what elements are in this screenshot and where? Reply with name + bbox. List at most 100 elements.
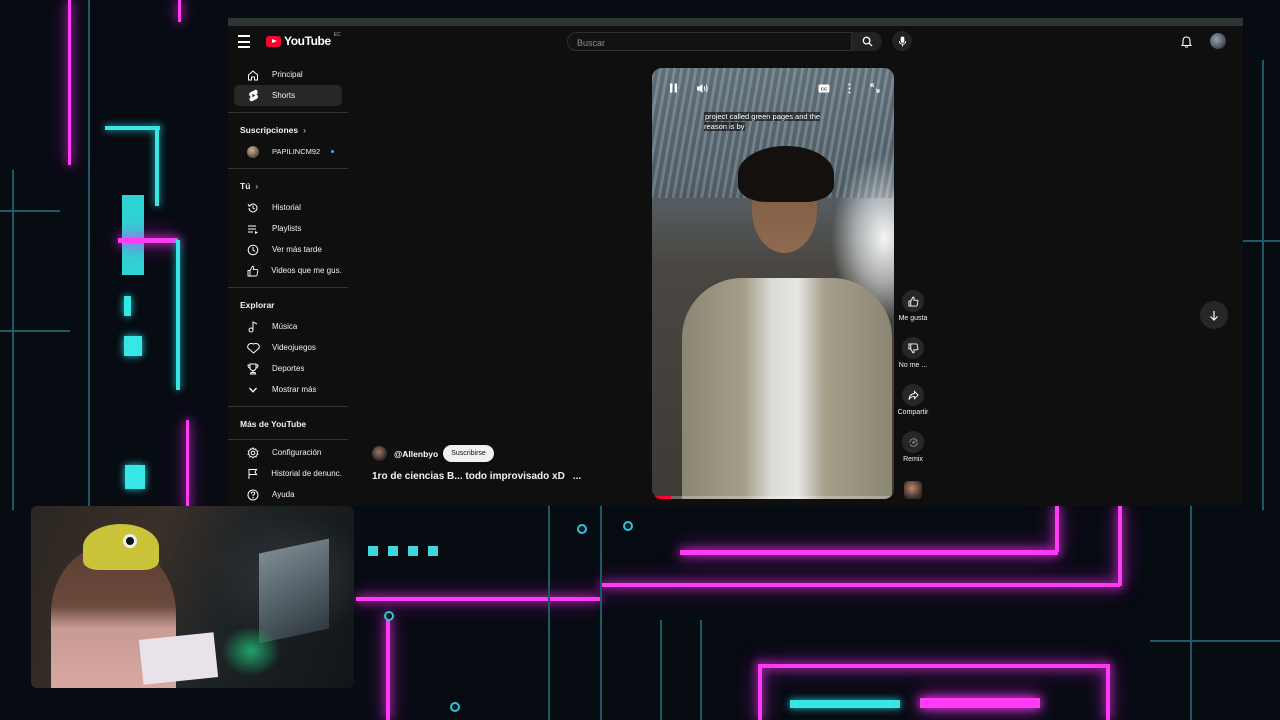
progress-fill <box>652 496 672 499</box>
you-title: Tú <box>240 181 251 191</box>
channel-name[interactable]: @Allenbyo <box>394 449 438 459</box>
webcam-overlay <box>31 506 354 688</box>
help-icon <box>246 488 260 502</box>
sidebar-item-historial[interactable]: Historial <box>234 197 342 218</box>
search-input[interactable] <box>568 34 851 52</box>
gaming-icon <box>246 341 260 355</box>
sidebar-item-subscription[interactable]: PAPILINCM92 <box>234 141 342 162</box>
sidebar-item-label: PAPILINCM92 <box>272 147 321 156</box>
sidebar-item-label: Ayuda <box>272 490 295 499</box>
sound-source-thumbnail[interactable] <box>904 481 922 499</box>
sidebar-item-label: Historial de denunc... <box>271 469 342 478</box>
flag-icon <box>246 467 259 481</box>
sidebar-item-label: Música <box>272 322 298 331</box>
sidebar-item-help[interactable]: Ayuda <box>234 484 342 505</box>
more-from-youtube-heading: Más de YouTube <box>228 413 350 435</box>
shorts-player[interactable]: CC project called green pages and the re… <box>652 68 894 499</box>
sidebar-item-report-history[interactable]: Historial de denunc... <box>234 463 342 484</box>
divider <box>228 406 348 407</box>
volume-button[interactable] <box>693 79 711 97</box>
new-content-dot <box>331 150 334 153</box>
shorts-actions: Me gusta No me ... Compartir Remix <box>894 290 932 478</box>
short-metadata: @Allenbyo Suscribirse 1ro de ciencias B.… <box>372 445 581 482</box>
arrow-down-icon <box>1210 310 1218 321</box>
share-button[interactable]: Compartir <box>894 384 932 431</box>
sidebar-item-label: Mostrar más <box>272 385 317 394</box>
sidebar-item-watch-later[interactable]: Ver más tarde <box>234 239 342 260</box>
sidebar-item-liked-videos[interactable]: Videos que me gus... <box>234 260 342 281</box>
divider <box>228 168 348 169</box>
dislike-button[interactable]: No me ... <box>894 337 932 384</box>
sidebar-item-gaming[interactable]: Videojuegos <box>234 337 342 358</box>
pause-icon <box>669 83 677 93</box>
sidebar: Principal Shorts Suscripciones › PAPILIN… <box>228 64 350 506</box>
expand-icon <box>870 83 880 93</box>
playlists-icon <box>246 222 260 236</box>
top-bar: YouTube EC <box>228 26 1243 66</box>
notifications-button[interactable] <box>1178 34 1194 50</box>
sidebar-item-sports[interactable]: Deportes <box>234 358 342 379</box>
svg-text:CC: CC <box>821 86 828 91</box>
like-label: Me gusta <box>898 315 928 322</box>
short-title[interactable]: 1ro de ciencias B... todo improvisado xD <box>372 471 565 482</box>
sidebar-item-label: Ver más tarde <box>272 245 322 254</box>
subscriptions-heading[interactable]: Suscripciones › <box>228 119 350 141</box>
explore-heading: Explorar <box>228 294 350 316</box>
sidebar-item-playlists[interactable]: Playlists <box>234 218 342 239</box>
logo-text: YouTube <box>284 34 331 48</box>
subscribe-button[interactable]: Suscribirse <box>443 445 494 462</box>
channel-avatar <box>246 145 260 159</box>
channel-avatar[interactable] <box>372 446 387 461</box>
sidebar-item-label: Playlists <box>272 224 302 233</box>
menu-icon[interactable] <box>238 35 256 49</box>
sidebar-item-music[interactable]: Música <box>234 316 342 337</box>
sidebar-item-label: Shorts <box>272 91 296 100</box>
search-icon <box>862 36 873 47</box>
dislike-label: No me ... <box>898 362 928 369</box>
sidebar-item-label: Videos que me gus... <box>271 266 342 275</box>
liked-icon <box>246 264 259 278</box>
you-heading[interactable]: Tú › <box>228 175 350 197</box>
like-button[interactable]: Me gusta <box>894 290 932 337</box>
sidebar-item-principal[interactable]: Principal <box>234 64 342 85</box>
captions-button[interactable]: CC <box>815 79 833 97</box>
volume-icon <box>696 83 708 93</box>
sidebar-item-label: Historial <box>272 203 301 212</box>
voice-search-button[interactable] <box>892 31 912 51</box>
fullscreen-button[interactable] <box>866 79 884 97</box>
cc-icon: CC <box>818 84 830 92</box>
video-caption: project called green pages and the reaso… <box>704 112 844 131</box>
trophy-icon <box>246 362 260 376</box>
sidebar-item-settings[interactable]: Configuración <box>234 442 342 463</box>
subscriptions-title: Suscripciones <box>240 125 299 135</box>
title-more-button[interactable]: ... <box>573 471 581 482</box>
remix-button[interactable]: Remix <box>894 431 932 478</box>
account-avatar[interactable] <box>1210 33 1226 49</box>
chevron-right-icon: › <box>255 181 259 191</box>
search-button[interactable] <box>852 32 882 51</box>
sidebar-item-show-more[interactable]: Mostrar más <box>234 379 342 400</box>
thumb-up-icon <box>907 296 918 307</box>
remix-label: Remix <box>903 456 923 463</box>
more-from-youtube-title: Más de YouTube <box>240 419 307 429</box>
remix-icon <box>908 437 918 447</box>
logo-region: EC <box>333 32 341 38</box>
video-progress-bar[interactable] <box>652 496 894 499</box>
music-icon <box>246 320 260 334</box>
mic-icon <box>898 35 906 47</box>
gear-icon <box>246 446 260 460</box>
home-icon <box>246 68 260 82</box>
next-short-button[interactable] <box>1200 301 1228 329</box>
chevron-down-icon <box>246 383 260 397</box>
sidebar-item-label: Principal <box>272 70 303 79</box>
sidebar-item-shorts[interactable]: Shorts <box>234 85 342 106</box>
caption-text: project called green pages and the reaso… <box>704 112 821 131</box>
divider <box>228 287 348 288</box>
youtube-logo[interactable]: YouTube EC <box>266 32 341 48</box>
sidebar-item-label: Videojuegos <box>272 343 316 352</box>
chevron-right-icon: › <box>303 125 306 135</box>
sidebar-item-label: Configuración <box>272 448 322 457</box>
more-options-button[interactable] <box>840 79 858 97</box>
pause-button[interactable] <box>664 79 682 97</box>
minion-hat <box>83 524 159 570</box>
